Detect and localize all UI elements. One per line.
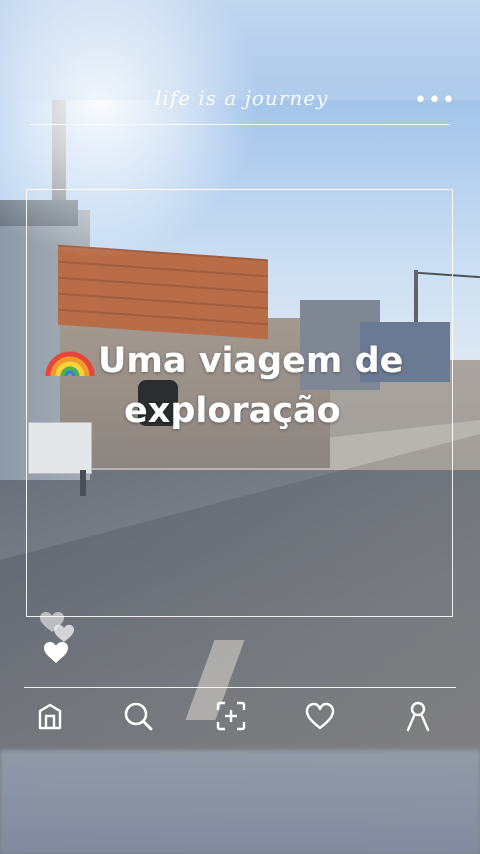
nav-search[interactable] (116, 696, 160, 736)
bottom-blur (0, 750, 480, 854)
nav-add-post[interactable] (209, 696, 253, 736)
home-icon (38, 703, 62, 730)
story-header-text: life is a journey (155, 86, 329, 110)
search-icon (124, 702, 153, 731)
rainbow-icon (45, 351, 95, 377)
profile-icon (406, 701, 430, 732)
add-post-icon (216, 701, 246, 731)
top-divider (30, 124, 450, 125)
nav-profile[interactable] (396, 696, 440, 736)
bottom-divider (24, 687, 456, 688)
headline-line-2: exploração (124, 391, 341, 431)
nav-likes[interactable] (298, 696, 342, 736)
headline-text-1: Uma viagem de (98, 341, 404, 381)
nav-home[interactable] (28, 696, 72, 736)
heart-icon (305, 702, 335, 730)
hearts-icon (40, 612, 74, 663)
more-options-button[interactable]: ••• (414, 88, 456, 113)
story-headline: Uma viagem de exploração (44, 334, 464, 436)
top-blur (0, 0, 480, 100)
bottom-nav-bar (24, 696, 456, 738)
headline-line-1: Uma viagem de (44, 334, 464, 386)
